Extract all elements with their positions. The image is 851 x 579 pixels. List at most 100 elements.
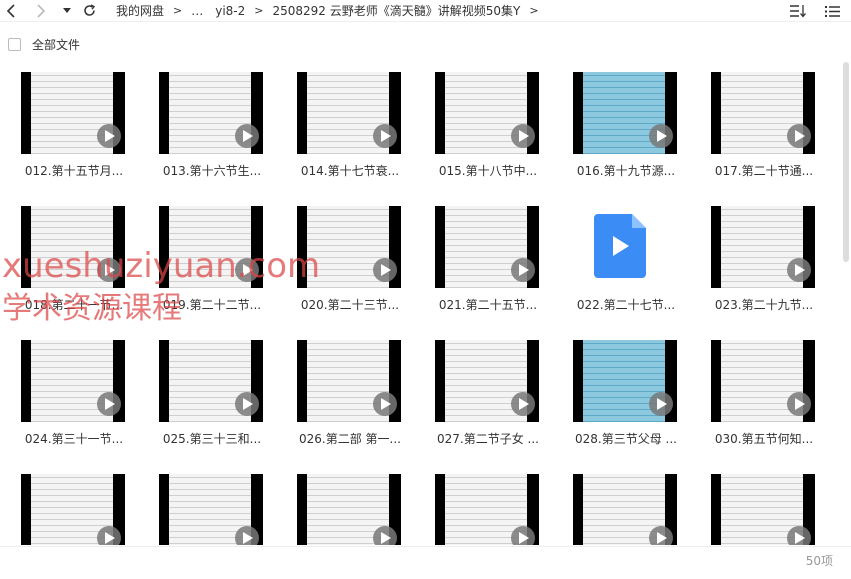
file-name[interactable]: 025.第三十三和... xyxy=(142,430,282,447)
play-icon xyxy=(787,392,811,416)
file-item[interactable] xyxy=(694,464,816,545)
video-thumbnail xyxy=(297,340,401,422)
file-name[interactable]: 019.第二十二节... xyxy=(142,296,282,313)
history-dropdown-button[interactable] xyxy=(56,0,78,22)
video-thumbnail xyxy=(573,340,677,422)
sort-button[interactable] xyxy=(789,2,807,20)
chevron-left-icon xyxy=(6,3,15,18)
divider xyxy=(0,546,851,547)
play-icon xyxy=(373,258,397,282)
play-icon xyxy=(373,124,397,148)
video-thumbnail xyxy=(21,206,125,288)
file-item[interactable]: 028.第三节父母 ... xyxy=(556,330,678,455)
file-item[interactable]: 024.第三十一节... xyxy=(4,330,126,455)
view-mode-button[interactable] xyxy=(823,2,841,20)
select-all-checkbox[interactable] xyxy=(8,37,21,51)
forward-button[interactable] xyxy=(30,0,52,22)
toolbar: 我的网盘 > … yi8-2 > 2508292 云野老师《滴天髓》讲解视频50… xyxy=(0,0,851,22)
play-icon xyxy=(511,258,535,282)
file-item[interactable]: 023.第二十九节... xyxy=(694,196,816,321)
file-name[interactable]: 018.第二十一节... xyxy=(4,296,144,313)
file-name[interactable]: 013.第十六节生... xyxy=(142,162,282,179)
file-name[interactable]: 015.第十八节中... xyxy=(418,162,558,179)
file-name[interactable]: 020.第二十三节... xyxy=(280,296,420,313)
file-name[interactable]: 024.第三十一节... xyxy=(4,430,144,447)
file-item[interactable] xyxy=(418,464,540,545)
play-icon xyxy=(787,526,811,545)
file-item[interactable]: 027.第二节子女 ... xyxy=(418,330,540,455)
play-icon xyxy=(373,392,397,416)
breadcrumb-item-current[interactable]: 2508292 云野老师《滴天髓》讲解视频50集Y xyxy=(273,2,521,19)
refresh-button[interactable] xyxy=(78,0,100,22)
file-name[interactable]: 022.第二十七节... xyxy=(556,296,696,313)
back-button[interactable] xyxy=(0,0,22,22)
video-thumbnail xyxy=(573,72,677,154)
breadcrumb-item-ellipsis[interactable]: … xyxy=(191,4,203,18)
file-item[interactable]: 026.第二部 第一... xyxy=(280,330,402,455)
file-grid: 012.第十五节月... 013.第十六节生... 014.第十七节衰... 015.… xyxy=(0,62,840,545)
file-item[interactable]: 022.第二十七节... xyxy=(556,196,678,321)
file-item[interactable]: 015.第十八节中... xyxy=(418,62,540,187)
select-all-bar: 全部文件 xyxy=(0,30,851,58)
select-all-label: 全部文件 xyxy=(32,37,81,52)
video-thumbnail xyxy=(297,206,401,288)
video-thumbnail xyxy=(159,206,263,288)
file-item[interactable]: 021.第二十五节... xyxy=(418,196,540,321)
file-name[interactable]: 012.第十五节月... xyxy=(4,162,144,179)
video-thumbnail xyxy=(21,72,125,154)
breadcrumb: 我的网盘 > … yi8-2 > 2508292 云野老师《滴天髓》讲解视频50… xyxy=(116,2,548,19)
play-icon xyxy=(649,526,673,545)
item-count: 50项 xyxy=(805,554,833,568)
video-thumbnail xyxy=(573,474,677,545)
file-item[interactable]: 018.第二十一节... xyxy=(4,196,126,321)
file-item[interactable]: 013.第十六节生... xyxy=(142,62,264,187)
breadcrumb-separator: > xyxy=(173,4,183,17)
file-item[interactable]: 030.第五节何知... xyxy=(694,330,816,455)
file-item[interactable] xyxy=(280,464,402,545)
scrollbar-thumb[interactable] xyxy=(843,62,849,262)
play-icon xyxy=(511,392,535,416)
file-item[interactable] xyxy=(142,464,264,545)
file-name[interactable]: 028.第三节父母 ... xyxy=(556,430,696,447)
play-icon xyxy=(235,526,259,545)
breadcrumb-separator: > xyxy=(529,4,539,17)
play-icon xyxy=(649,124,673,148)
play-icon xyxy=(787,124,811,148)
video-thumbnail xyxy=(711,206,815,288)
file-name[interactable]: 016.第十九节源... xyxy=(556,162,696,179)
scrollbar[interactable] xyxy=(843,62,849,545)
video-thumbnail xyxy=(21,340,125,422)
video-thumbnail xyxy=(435,206,539,288)
file-name[interactable]: 030.第五节何知... xyxy=(694,430,834,447)
file-item[interactable]: 019.第二十二节... xyxy=(142,196,264,321)
file-item[interactable]: 020.第二十三节... xyxy=(280,196,402,321)
file-item[interactable]: 017.第二十节通... xyxy=(694,62,816,187)
video-file-icon xyxy=(594,214,646,278)
file-item[interactable]: 025.第三十三和... xyxy=(142,330,264,455)
breadcrumb-item-root[interactable]: 我的网盘 xyxy=(116,2,164,19)
file-name[interactable]: 023.第二十九节... xyxy=(694,296,834,313)
video-thumbnail xyxy=(711,340,815,422)
play-icon xyxy=(787,258,811,282)
play-icon xyxy=(97,526,121,545)
play-icon xyxy=(235,258,259,282)
file-item[interactable]: 016.第十九节源... xyxy=(556,62,678,187)
file-name[interactable]: 021.第二十五节... xyxy=(418,296,558,313)
breadcrumb-item-folder[interactable]: yi8-2 xyxy=(215,4,245,18)
play-icon xyxy=(235,124,259,148)
file-name[interactable]: 026.第二部 第一... xyxy=(280,430,420,447)
play-icon xyxy=(649,392,673,416)
sort-icon xyxy=(790,5,806,18)
file-name[interactable]: 014.第十七节衰... xyxy=(280,162,420,179)
play-icon xyxy=(511,124,535,148)
file-name[interactable]: 017.第二十节通... xyxy=(694,162,834,179)
file-item[interactable] xyxy=(556,464,678,545)
refresh-icon xyxy=(83,4,95,16)
file-name[interactable]: 027.第二节子女 ... xyxy=(418,430,558,447)
file-item[interactable]: 012.第十五节月... xyxy=(4,62,126,187)
video-thumbnail xyxy=(435,340,539,422)
video-thumbnail xyxy=(159,474,263,545)
file-item[interactable] xyxy=(4,464,126,545)
play-icon xyxy=(97,124,121,148)
file-item[interactable]: 014.第十七节衰... xyxy=(280,62,402,187)
